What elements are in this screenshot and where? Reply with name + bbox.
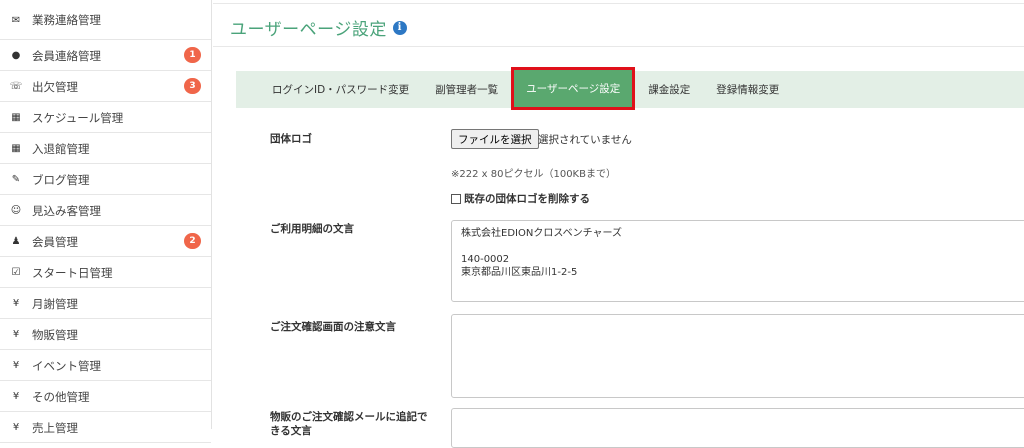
comment-icon: ● — [0, 50, 32, 61]
mail-notice-textarea[interactable] — [451, 408, 1024, 448]
logo-label: 団体ロゴ — [270, 131, 312, 146]
sidebar-item[interactable]: ☏出欠管理3 — [0, 71, 211, 102]
delete-logo-option[interactable]: 既存の団体ロゴを削除する — [451, 191, 590, 206]
yen-icon: ¥ — [0, 298, 32, 309]
sidebar-item-label: ブログ管理 — [32, 172, 211, 188]
sidebar: ✉業務連絡管理●会員連絡管理1☏出欠管理3▦スケジュール管理▦入退館管理✎ブログ… — [0, 0, 212, 429]
yen-icon: ¥ — [0, 422, 32, 433]
sidebar-item[interactable]: ▦スケジュール管理 — [0, 102, 211, 133]
sidebar-item[interactable]: ¥物販管理 — [0, 319, 211, 350]
mail-notice-label: 物販のご注文確認メールに追記で きる文言 — [270, 410, 428, 438]
envelope-icon: ✉ — [0, 15, 32, 26]
statement-line: 株式会社EDIONクロスベンチャーズ — [461, 227, 1024, 240]
main-content: ユーザーページ設定 i ログインID・パスワード変更副管理者一覧ユーザーページ設… — [213, 0, 1024, 429]
sidebar-item-label: スケジュール管理 — [32, 110, 211, 126]
settings-tab[interactable]: 副管理者一覧 — [422, 71, 511, 108]
choose-file-button[interactable]: ファイルを選択 — [451, 129, 539, 149]
check-square-icon: ☑ — [0, 267, 32, 278]
settings-tab[interactable]: 登録情報変更 — [703, 71, 792, 108]
sidebar-item[interactable]: ▦入退館管理 — [0, 133, 211, 164]
info-icon[interactable]: i — [393, 21, 407, 35]
sidebar-item[interactable]: ¥売上管理 — [0, 412, 211, 443]
settings-tab[interactable]: ユーザーページ設定 — [511, 67, 635, 110]
sidebar-item-label: 物販管理 — [32, 327, 211, 343]
sidebar-item[interactable]: ✎ブログ管理 — [0, 164, 211, 195]
notification-badge: 2 — [184, 233, 201, 249]
order-notice-textarea[interactable] — [451, 314, 1024, 398]
order-notice-label: ご注文確認画面の注意文言 — [270, 319, 396, 334]
statement-line: 140-0002 — [461, 253, 1024, 266]
sidebar-item[interactable]: ¥月謝管理 — [0, 288, 211, 319]
page-title-text: ユーザーページ設定 — [230, 15, 387, 40]
file-status-text: 選択されていません — [538, 132, 632, 147]
sidebar-item-label: その他管理 — [32, 389, 211, 405]
sidebar-item[interactable]: ☺見込み客管理 — [0, 195, 211, 226]
sidebar-item[interactable]: ☑スタート日管理 — [0, 257, 211, 288]
sidebar-item-label: 見込み客管理 — [32, 203, 211, 219]
settings-tab[interactable]: ログインID・パスワード変更 — [236, 71, 422, 108]
calendar-icon: ▦ — [0, 112, 32, 123]
sidebar-item[interactable]: ¥その他管理 — [0, 381, 211, 412]
delete-logo-checkbox[interactable] — [451, 194, 461, 204]
yen-icon: ¥ — [0, 391, 32, 402]
page-title: ユーザーページ設定 i — [230, 15, 407, 40]
user-icon: ♟ — [0, 236, 32, 247]
sidebar-item-label: 売上管理 — [32, 420, 211, 436]
sidebar-item[interactable]: ¥イベント管理 — [0, 350, 211, 381]
sidebar-item-label: 月謝管理 — [32, 296, 211, 312]
logo-size-hint: ※222 x 80ピクセル（100KBまで） — [451, 165, 616, 180]
notification-badge: 3 — [184, 78, 201, 94]
sidebar-item[interactable]: ✉業務連絡管理 — [0, 0, 211, 40]
mail-notice-label-line: きる文言 — [270, 424, 428, 438]
settings-tabbar: ログインID・パスワード変更副管理者一覧ユーザーページ設定課金設定登録情報変更 — [236, 71, 1024, 108]
smile-icon: ☺ — [0, 205, 32, 216]
sidebar-item-label: イベント管理 — [32, 358, 211, 374]
mail-notice-label-line: 物販のご注文確認メールに追記で — [270, 410, 428, 424]
yen-icon: ¥ — [0, 360, 32, 371]
yen-icon: ¥ — [0, 329, 32, 340]
statement-textarea[interactable]: 株式会社EDIONクロスベンチャーズ 140-0002 東京都品川区東品川1-2… — [451, 220, 1024, 302]
phone-icon: ☏ — [0, 81, 32, 92]
statement-line: 東京都品川区東品川1-2-5 — [461, 266, 1024, 279]
sidebar-item[interactable]: ♟会員管理2 — [0, 226, 211, 257]
calendar-icon: ▦ — [0, 143, 32, 154]
sidebar-item-label: スタート日管理 — [32, 265, 211, 281]
top-divider — [213, 0, 1024, 4]
settings-tab[interactable]: 課金設定 — [635, 71, 703, 108]
sidebar-item[interactable]: ●会員連絡管理1 — [0, 40, 211, 71]
sidebar-item-label: 入退館管理 — [32, 141, 211, 157]
notification-badge: 1 — [184, 47, 201, 63]
statement-line — [461, 240, 1024, 253]
pencil-icon: ✎ — [0, 174, 32, 185]
sidebar-item-label: 業務連絡管理 — [32, 12, 211, 28]
title-divider — [213, 46, 1024, 47]
delete-logo-label: 既存の団体ロゴを削除する — [464, 191, 590, 206]
statement-label: ご利用明細の文言 — [270, 221, 354, 236]
